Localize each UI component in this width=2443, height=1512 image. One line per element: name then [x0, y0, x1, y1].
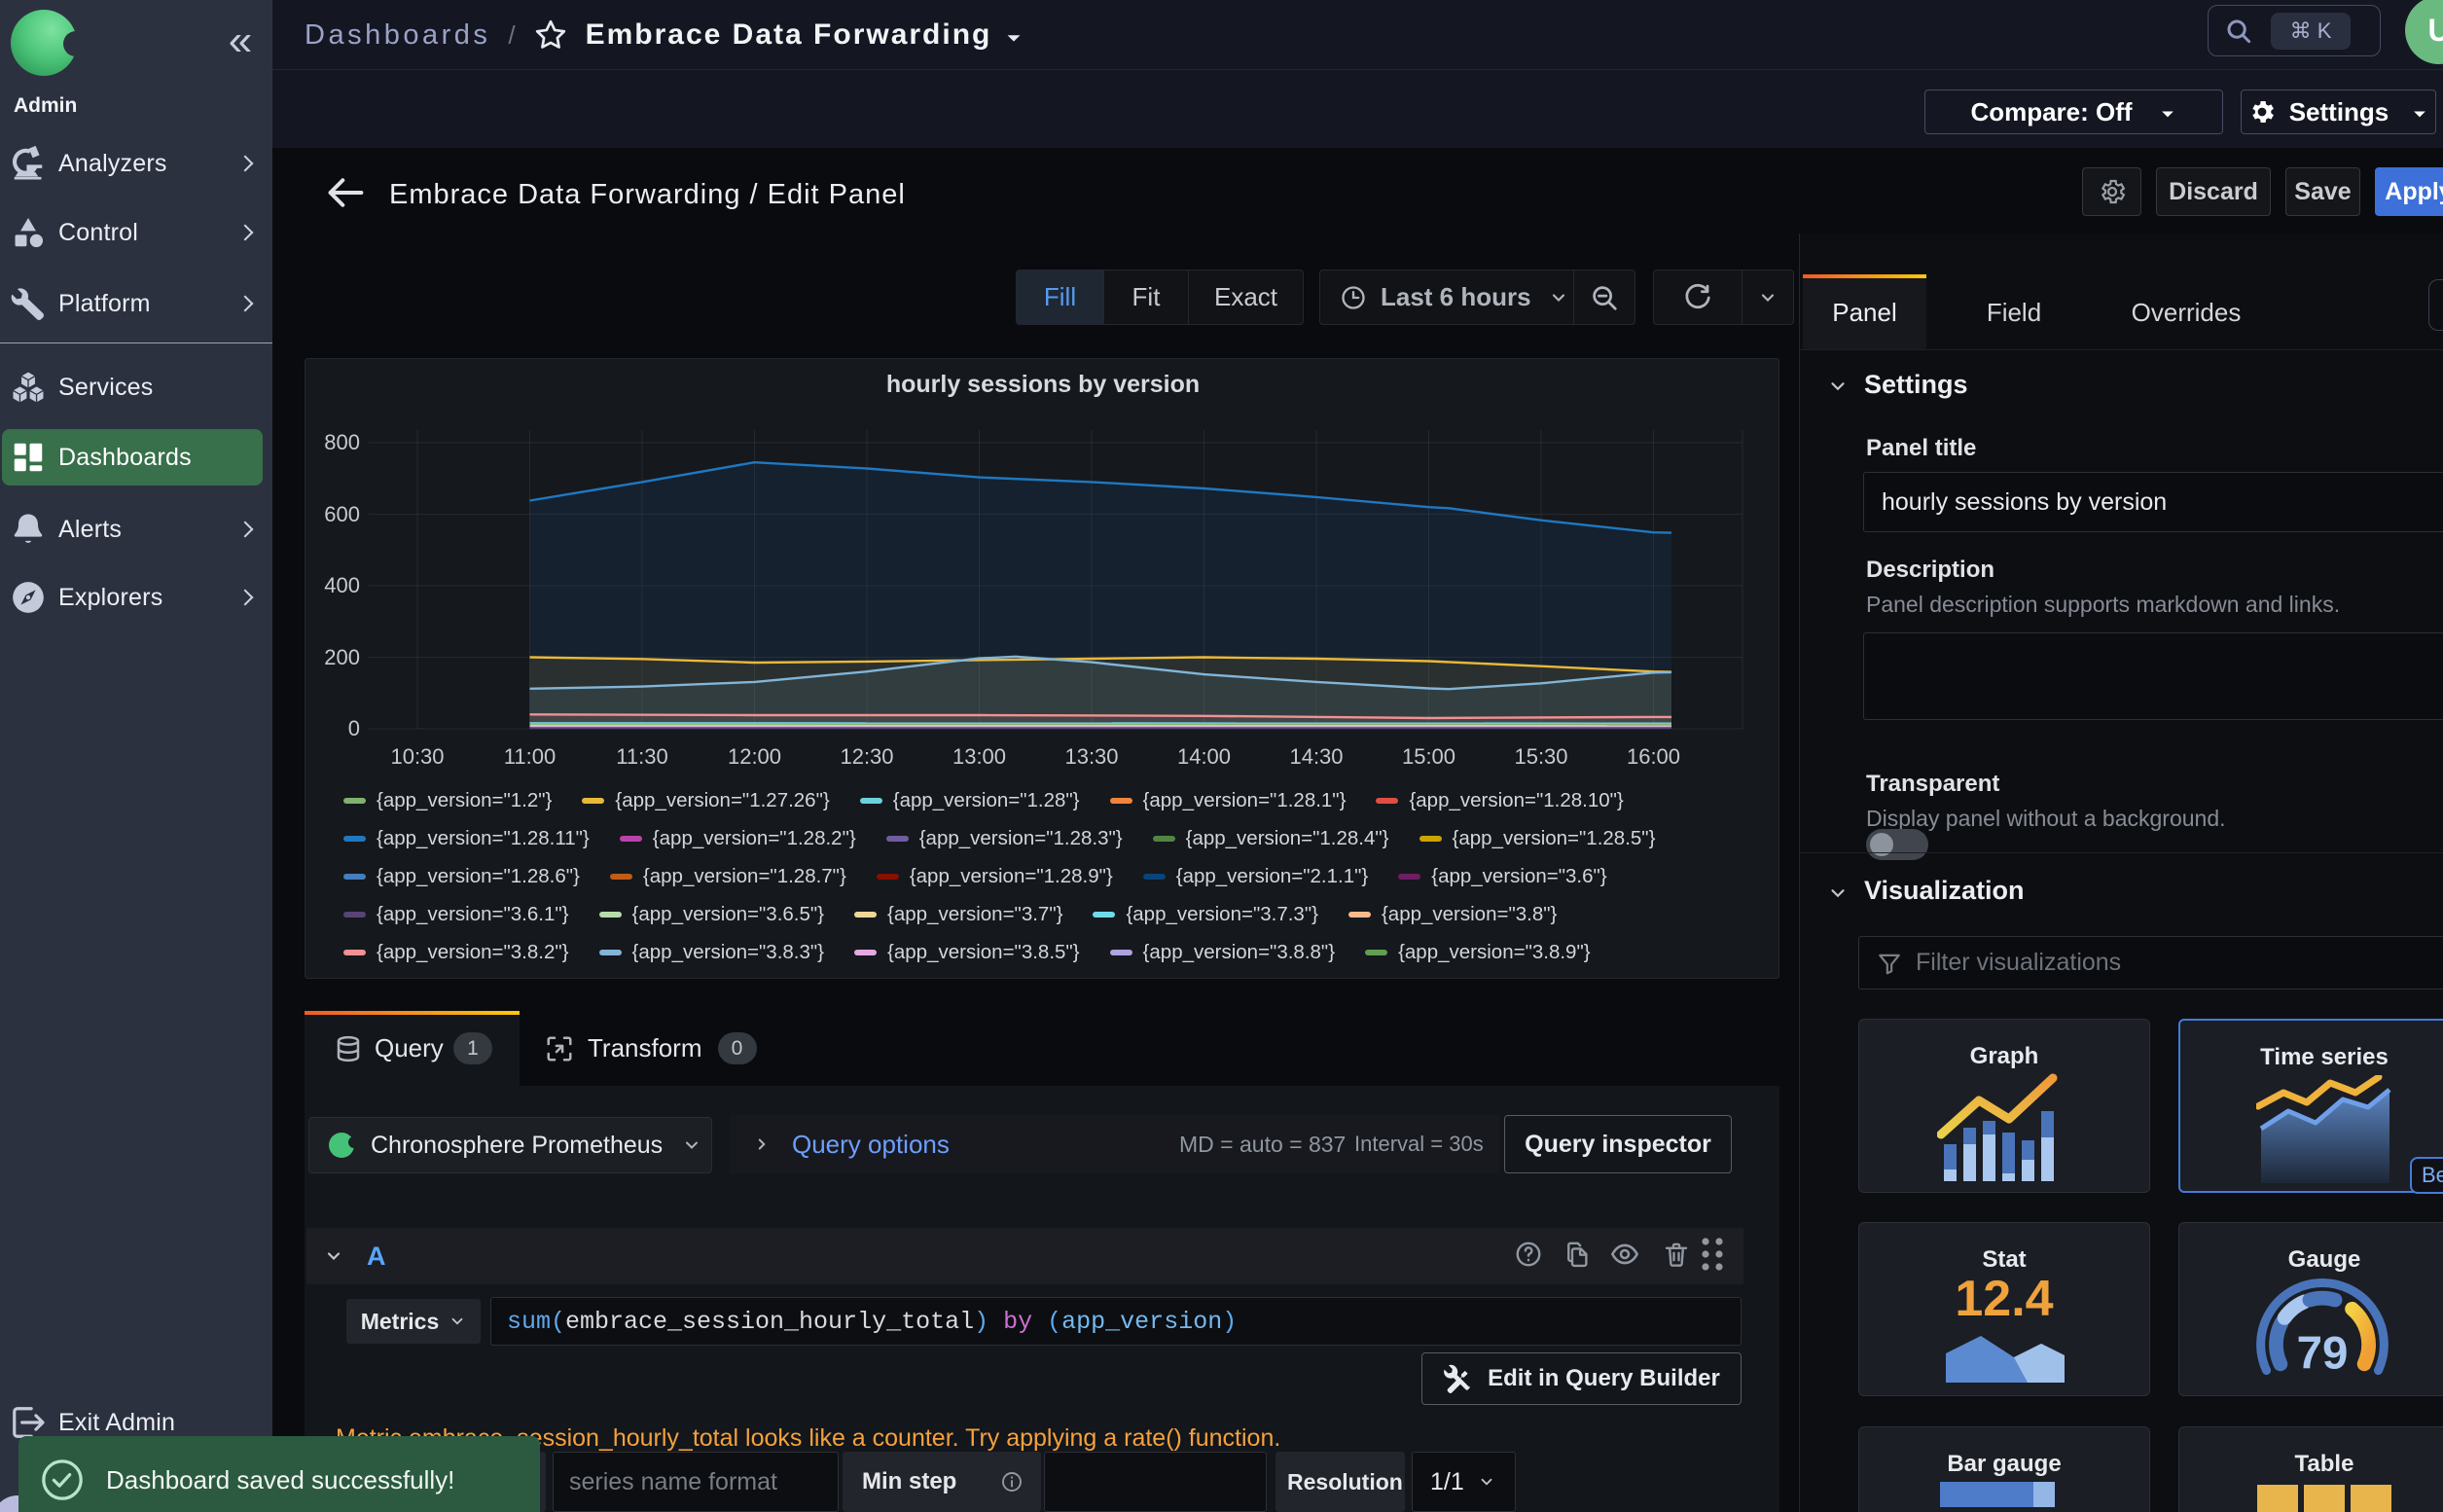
svg-text:79: 79	[2297, 1328, 2349, 1380]
